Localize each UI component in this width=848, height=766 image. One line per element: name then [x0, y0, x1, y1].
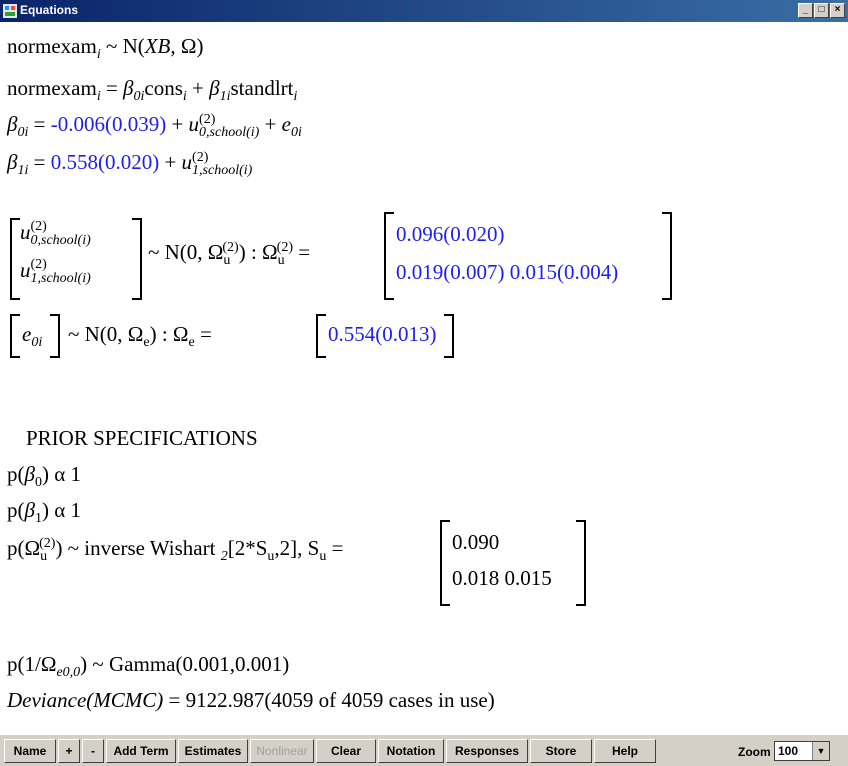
e0-term: e0i — [22, 322, 43, 351]
level1-distribution[interactable]: ~ N(0, Ωe) : Ωe = — [68, 322, 212, 351]
close-button[interactable]: × — [830, 3, 845, 18]
plus-button[interactable]: + — [58, 739, 80, 763]
right-bracket — [576, 520, 586, 606]
notation-button[interactable]: Notation — [378, 739, 444, 763]
minimize-button[interactable]: _ — [798, 3, 813, 18]
equation-beta1[interactable]: β1i = 0.558(0.020) + u (2) 1,school(i) — [7, 150, 252, 179]
left-bracket — [10, 218, 20, 300]
name-button[interactable]: Name — [4, 739, 56, 763]
left-bracket — [384, 212, 394, 300]
add-term-button[interactable]: Add Term — [106, 739, 176, 763]
su-row-1: 0.018 0.015 — [452, 566, 552, 590]
chevron-down-icon[interactable]: ▼ — [812, 742, 829, 760]
zoom-value: 100 — [778, 744, 799, 758]
right-bracket — [50, 314, 60, 358]
prior-specifications-heading: PRIOR SPECIFICATIONS — [26, 426, 258, 450]
prior-beta0[interactable]: p(β0) α 1 — [7, 462, 81, 491]
maximize-button[interactable]: □ — [814, 3, 829, 18]
deviance-line: Deviance(MCMC) = 9122.987(4059 of 4059 c… — [7, 688, 495, 712]
omega-u-cell-00[interactable]: 0.096(0.020) — [396, 222, 505, 247]
equation-response-distribution[interactable]: normexami ~ N(XB, Ω) — [7, 34, 204, 63]
help-button[interactable]: Help — [594, 739, 656, 763]
equation-linear-predictor[interactable]: normexami = β0iconsi + β1istandlrti — [7, 76, 297, 105]
zoom-select[interactable]: 100 ▼ — [774, 741, 830, 761]
omega-u-row-1[interactable]: 0.019(0.007) 0.015(0.004) — [396, 260, 618, 285]
left-bracket — [10, 314, 20, 358]
prior-omega-e[interactable]: p(1/Ωe0,0) ~ Gamma(0.001,0.001) — [7, 652, 289, 681]
zoom-label: Zoom — [738, 745, 771, 759]
u0-term: u (2) 0,school(i) — [20, 219, 91, 248]
u1-term: u (2) 1,school(i) — [20, 257, 91, 286]
prior-beta1[interactable]: p(β1) α 1 — [7, 498, 81, 527]
omega-e-cell-00[interactable]: 0.554(0.013) — [328, 322, 437, 347]
equations-pane: normexami ~ N(XB, Ω) normexami = β0icons… — [0, 22, 848, 734]
window-titlebar: Equations _ □ × — [0, 0, 848, 22]
beta1-estimate[interactable]: 0.558(0.020) — [51, 150, 160, 174]
equations-toolbar: Name + - Add Term Estimates Nonlinear Cl… — [0, 734, 848, 766]
estimates-button[interactable]: Estimates — [178, 739, 248, 763]
equation-beta0[interactable]: β0i = -0.006(0.039) + u (2) 0,school(i) + … — [7, 112, 302, 141]
clear-button[interactable]: Clear — [316, 739, 376, 763]
store-button[interactable]: Store — [530, 739, 592, 763]
right-bracket — [132, 218, 142, 300]
left-bracket — [440, 520, 450, 606]
left-bracket — [316, 314, 326, 358]
nonlinear-button[interactable]: Nonlinear — [250, 739, 314, 763]
app-icon — [3, 4, 17, 18]
minus-button[interactable]: - — [82, 739, 104, 763]
window-title: Equations — [20, 3, 79, 17]
prior-omega-u[interactable]: p(Ωu(2)) ~ inverse Wishart 2[2*Su,2], Su… — [7, 536, 343, 565]
beta0-estimate[interactable]: -0.006(0.039) — [51, 112, 166, 136]
right-bracket — [444, 314, 454, 358]
right-bracket — [662, 212, 672, 300]
su-cell-00: 0.090 — [452, 530, 500, 554]
level2-distribution[interactable]: ~ N(0, Ωu(2)) : Ωu(2) = — [148, 240, 310, 269]
responses-button[interactable]: Responses — [446, 739, 528, 763]
